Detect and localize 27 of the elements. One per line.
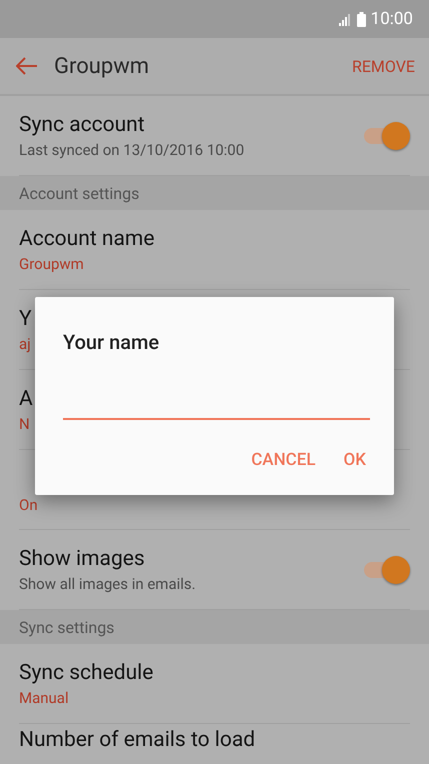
setting-title: Sync account (19, 112, 145, 136)
setting-summary: Show all images in emails. (19, 574, 196, 592)
setting-value: N (19, 414, 30, 432)
dialog-button[interactable]: OK (344, 446, 366, 474)
toggle-switch[interactable] (364, 122, 410, 150)
setting-value: On (19, 496, 38, 514)
setting-value: aj (19, 334, 31, 352)
setting-summary: Last synced on 13/10/2016 10:00 (19, 140, 244, 158)
setting-title: Number of emails to load (19, 728, 256, 752)
setting-title: Account name (19, 226, 154, 250)
battery-icon (356, 12, 366, 26)
setting-title: Sync schedule (19, 660, 154, 684)
section-title: Sync settings (19, 618, 114, 636)
dialog-title: Your name (63, 330, 160, 354)
setting-title: A (19, 386, 33, 410)
setting-title: Show images (19, 546, 145, 570)
setting-title: Y (19, 306, 32, 330)
dialog-button[interactable]: CANCEL (251, 446, 316, 474)
remove-button[interactable]: REMOVE (352, 56, 415, 76)
setting-value: Manual (19, 688, 69, 706)
clock: 10:00 (370, 9, 413, 29)
toggle-switch[interactable] (364, 556, 410, 584)
signal-icon (338, 12, 352, 26)
section-title: Account settings (19, 184, 140, 202)
screen-title: Groupwm (54, 54, 150, 78)
setting-value: Groupwm (19, 254, 84, 272)
back-icon[interactable] (16, 57, 38, 75)
